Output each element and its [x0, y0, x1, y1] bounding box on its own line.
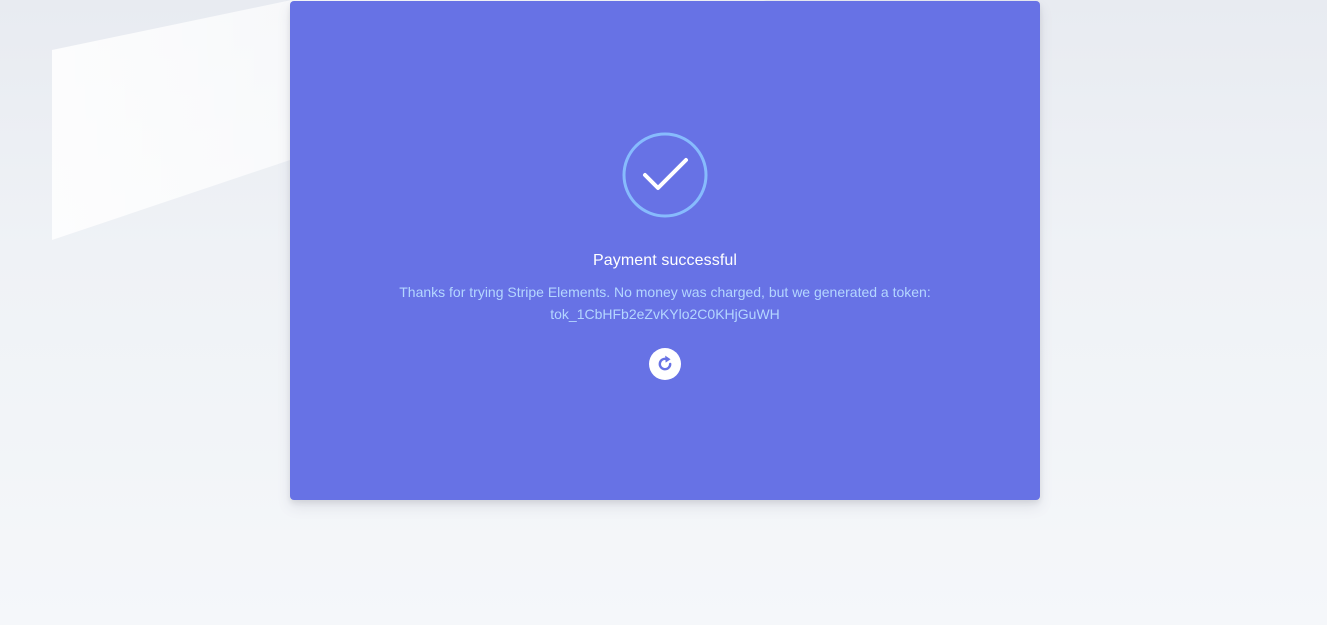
refresh-icon	[658, 355, 672, 371]
reset-button[interactable]	[649, 348, 681, 380]
token-value: tok_1CbHFb2eZvKYlo2C0KHjGuWH	[550, 306, 780, 322]
result-title: Payment successful	[592, 252, 738, 269]
result-message-text: Thanks for trying Stripe Elements. No mo…	[399, 284, 931, 300]
result-message: Thanks for trying Stripe Elements. No mo…	[290, 281, 1040, 325]
payment-result-card: Payment successful Thanks for trying Str…	[290, 1, 1040, 500]
checkmark-circle-icon	[622, 132, 708, 218]
